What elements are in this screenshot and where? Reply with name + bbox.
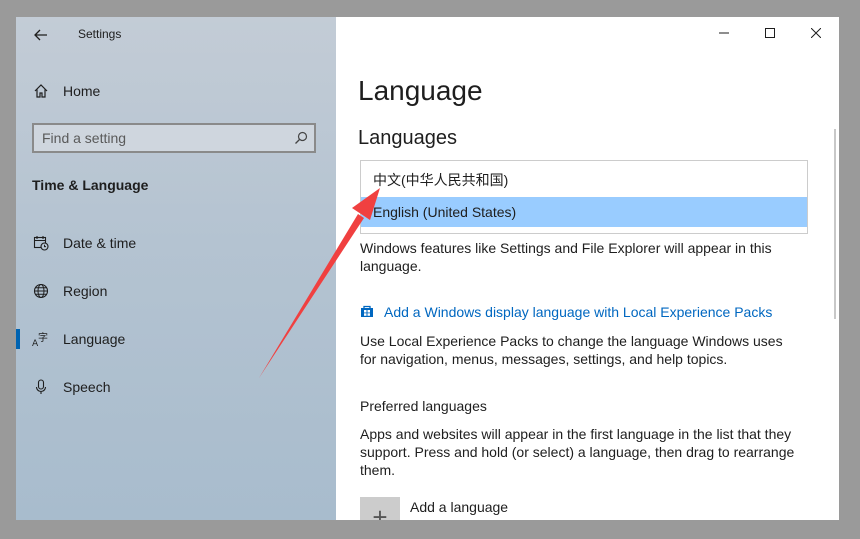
- sidebar-item-home[interactable]: Home: [16, 71, 336, 111]
- sidebar-item-label: Home: [63, 83, 101, 99]
- search-box[interactable]: [32, 123, 316, 153]
- dropdown-option[interactable]: 中文(中华人民共和国): [361, 165, 807, 195]
- search-icon[interactable]: [294, 131, 308, 145]
- svg-text:字: 字: [38, 331, 48, 344]
- maximize-button[interactable]: [747, 17, 793, 49]
- sidebar-item-date-time[interactable]: Date & time: [16, 223, 336, 263]
- app-title: Settings: [78, 27, 122, 41]
- sidebar-item-label: Speech: [63, 379, 111, 395]
- maximize-icon: [765, 28, 775, 38]
- language-icon: A 字: [32, 330, 50, 348]
- option-label: 中文(中华人民共和国): [373, 172, 509, 188]
- sidebar: Settings Home Time & Language: [16, 17, 336, 520]
- option-label: English (United States): [373, 204, 517, 220]
- add-display-language-link[interactable]: Add a Windows display language with Loca…: [384, 304, 772, 320]
- preferred-languages-heading: Preferred languages: [360, 398, 487, 414]
- back-arrow-icon: [34, 29, 47, 41]
- settings-window: Settings Home Time & Language: [16, 17, 839, 520]
- sidebar-item-language[interactable]: A 字 Language: [16, 319, 336, 359]
- page-title: Language: [358, 75, 483, 106]
- lxp-description: Use Local Experience Packs to change the…: [360, 333, 783, 367]
- globe-icon: [32, 282, 50, 300]
- sidebar-item-region[interactable]: Region: [16, 271, 336, 311]
- languages-heading: Languages: [358, 127, 457, 149]
- dropdown-option[interactable]: English (United States): [361, 197, 807, 227]
- scrollbar[interactable]: [834, 129, 836, 319]
- close-icon: [811, 28, 821, 38]
- sidebar-item-label: Language: [63, 331, 126, 347]
- sidebar-item-speech[interactable]: Speech: [16, 367, 336, 407]
- close-button[interactable]: [793, 17, 839, 49]
- display-language-description: Windows features like Settings and File …: [360, 240, 772, 274]
- minimize-icon: [719, 32, 729, 34]
- microphone-icon: [32, 378, 50, 396]
- plus-icon: +: [372, 501, 388, 521]
- sidebar-item-label: Date & time: [63, 235, 137, 251]
- add-language-label[interactable]: Add a language: [410, 499, 508, 515]
- section-heading: Time & Language: [32, 177, 149, 193]
- sidebar-item-label: Region: [63, 283, 108, 299]
- search-input[interactable]: [42, 129, 282, 147]
- calendar-clock-icon: [32, 234, 50, 252]
- minimize-button[interactable]: [701, 17, 747, 49]
- display-language-dropdown[interactable]: 中文(中华人民共和国) English (United States): [360, 160, 808, 234]
- store-icon: [360, 304, 374, 318]
- preferred-languages-description: Apps and websites will appear in the fir…: [360, 426, 795, 478]
- selection-indicator: [16, 329, 20, 349]
- add-language-button[interactable]: +: [360, 497, 400, 520]
- content-pane: Language Languages 中文(中华人民共和国) English (…: [336, 17, 839, 520]
- home-icon: [32, 82, 50, 100]
- back-button[interactable]: [30, 25, 52, 45]
